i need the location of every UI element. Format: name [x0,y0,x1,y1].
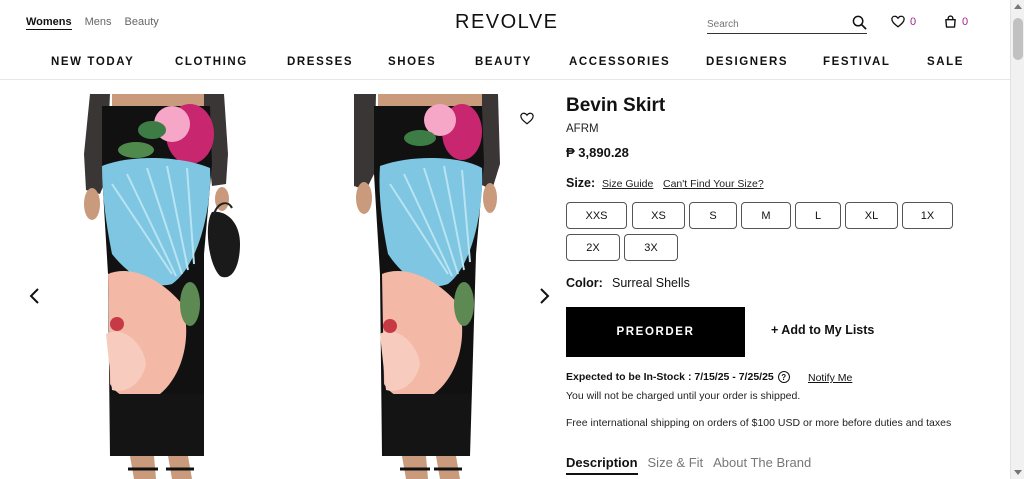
nav-shoes[interactable]: SHOES [388,56,436,68]
nav-new-today[interactable]: NEW TODAY [51,56,134,68]
main-nav: NEW TODAY CLOTHING DRESSES SHOES BEAUTY … [0,46,1010,80]
shipping-note: Free international shipping on orders of… [566,417,952,429]
size-option-s[interactable]: S [689,202,737,229]
page-scrollbar[interactable] [1010,0,1024,479]
product-price: ₱ 3,890.28 [566,145,629,160]
product-image-front[interactable] [72,94,272,479]
size-label: Size: [566,176,596,190]
size-option-xs[interactable]: XS [632,202,685,229]
color-label: Color: [566,276,603,290]
product-tabs: Description Size & Fit About The Brand [566,455,811,475]
nav-festival[interactable]: FESTIVAL [823,56,891,68]
tab-description[interactable]: Description [566,455,638,475]
expected-in-stock-text: Expected to be In-Stock : 7/15/25 - 7/25… [566,371,774,383]
search-box [707,14,867,34]
nav-dresses[interactable]: DRESSES [287,56,353,68]
size-option-1x[interactable]: 1X [902,202,953,229]
charged-note: You will not be charged until your order… [566,390,801,402]
preorder-button[interactable]: PREORDER [566,307,745,357]
top-bar: Womens Mens Beauty REVOLVE 0 0 [0,0,1010,46]
nav-designers[interactable]: DESIGNERS [706,56,788,68]
search-icon[interactable] [852,15,867,30]
gender-tab-womens[interactable]: Womens [26,16,72,30]
shopping-bag-icon [945,15,956,28]
search-input[interactable] [707,15,837,34]
nav-accessories[interactable]: ACCESSORIES [569,56,670,68]
tab-about-brand[interactable]: About The Brand [713,455,811,475]
chevron-left-icon[interactable] [28,287,42,305]
scrollbar-thumb[interactable] [1013,18,1023,60]
chevron-right-icon[interactable] [537,287,551,305]
wishlist-button[interactable]: 0 [891,15,916,28]
tab-size-fit[interactable]: Size & Fit [648,455,704,475]
bag-count: 0 [962,15,969,28]
size-option-xxs[interactable]: XXS [566,202,627,229]
notify-me-link[interactable]: Notify Me [808,372,852,384]
product-image-side[interactable] [342,94,542,479]
product-page: Womens Mens Beauty REVOLVE 0 0 [0,0,1024,479]
cant-find-size-link[interactable]: Can't Find Your Size? [663,178,764,190]
expected-in-stock: Expected to be In-Stock : 7/15/25 - 7/25… [566,371,790,383]
add-to-lists-button[interactable]: + Add to My Lists [771,323,874,337]
favorite-heart-icon[interactable] [520,112,534,125]
size-option-l[interactable]: L [795,202,841,229]
size-option-m[interactable]: M [741,202,791,229]
size-option-2x[interactable]: 2X [566,234,620,261]
wishlist-count: 0 [910,15,917,28]
product-gallery [0,81,560,479]
size-guide-link[interactable]: Size Guide [602,178,653,190]
revolve-logo[interactable]: REVOLVE [455,11,559,34]
product-brand[interactable]: AFRM [566,123,599,135]
gender-tab-beauty[interactable]: Beauty [125,16,159,30]
product-title: Bevin Skirt [566,95,666,116]
gender-tab-mens[interactable]: Mens [85,16,112,30]
nav-clothing[interactable]: CLOTHING [175,56,248,68]
color-value: Surreal Shells [612,276,690,290]
nav-sale[interactable]: SALE [927,56,964,68]
size-option-3x[interactable]: 3X [624,234,678,261]
scroll-up-arrow-icon[interactable] [1014,4,1022,9]
heart-icon [891,15,905,28]
scroll-down-arrow-icon[interactable] [1014,470,1022,475]
question-icon[interactable]: ? [777,371,790,383]
nav-beauty[interactable]: BEAUTY [475,56,532,68]
bag-button[interactable]: 0 [944,15,968,28]
size-option-xl[interactable]: XL [845,202,898,229]
gender-tabs: Womens Mens Beauty [26,16,159,30]
